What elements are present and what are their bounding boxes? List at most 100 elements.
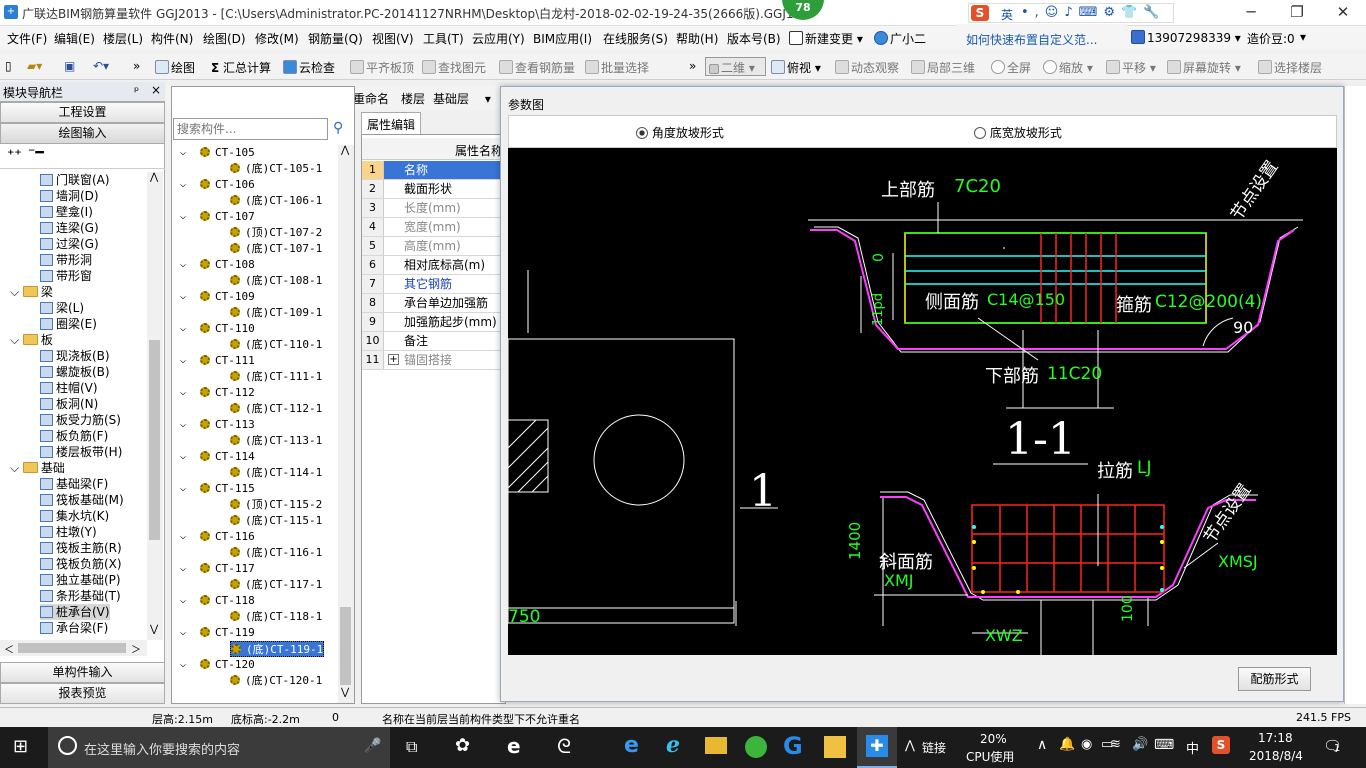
menu-version[interactable]: 版本号(B) [727, 30, 781, 47]
menu-draw[interactable]: 绘图(D) [203, 30, 246, 47]
component-group[interactable]: ⌵ CT-117 [180, 561, 255, 577]
expand-caret-icon[interactable]: ⌵ [180, 593, 186, 609]
expand-caret-icon[interactable]: ⌵ [180, 209, 186, 225]
menu-view[interactable]: 视图(V) [372, 30, 414, 47]
nav-hscroll[interactable]: ＜ ＞ [0, 640, 147, 656]
microphone-icon[interactable]: 🎤 [364, 738, 381, 754]
menu-modify[interactable]: 修改(M) [255, 30, 299, 47]
expand-caret-icon[interactable]: ⌵ [180, 177, 186, 193]
scroll-up-icon[interactable]: ⋀ [150, 172, 158, 183]
component-item[interactable]: (底)CT-111-1 [230, 369, 322, 385]
toolbar-overflow2-icon[interactable]: » [689, 59, 696, 73]
component-search-input[interactable] [173, 118, 328, 140]
nav-tree-item[interactable]: 柱墩(Y) [40, 524, 97, 540]
component-item[interactable]: (底)CT-107-1 [230, 241, 322, 257]
tray-up-icon[interactable]: ∧ [1037, 737, 1047, 753]
component-item[interactable]: (底)CT-118-1 [230, 609, 322, 625]
component-item[interactable]: (底)CT-108-1 [230, 273, 322, 289]
link-label[interactable]: 链接 [922, 739, 946, 756]
nav-close-icon[interactable]: × [151, 83, 161, 97]
expand-caret-icon[interactable]: ⌵ [180, 385, 186, 401]
edge-pinned-icon[interactable]: e [624, 733, 639, 758]
minimize-button[interactable]: ─ [1228, 0, 1274, 26]
expand-caret-icon[interactable]: ⌵ [10, 461, 23, 475]
notes-app-icon[interactable] [824, 736, 846, 758]
component-item[interactable]: (顶)CT-107-2 [230, 225, 322, 241]
spiral-app-icon[interactable]: ᘓ [557, 734, 571, 758]
property-row[interactable]: 5 高度(mm) [362, 237, 507, 256]
bell-icon[interactable]: 🔔 [1059, 737, 1075, 752]
menu-cloud[interactable]: 云应用(Y) [472, 30, 525, 47]
toolbar-overflow-icon[interactable]: » [133, 59, 140, 73]
file-explorer-icon[interactable] [705, 737, 727, 754]
nav-tree-item[interactable]: 墙洞(D) [40, 188, 99, 204]
expand-caret-icon[interactable]: ⌵ [180, 449, 186, 465]
property-row[interactable]: 7 其它钢筋 [362, 275, 507, 294]
batch-select-button[interactable]: 批量选择 [585, 59, 649, 76]
rebar-form-button[interactable]: 配筋形式 [1238, 667, 1311, 691]
menu-help[interactable]: 帮助(H) [676, 30, 718, 47]
nav-tree-item[interactable]: 螺旋板(B) [40, 364, 110, 380]
dyn-view-button[interactable]: 动态观察 [835, 59, 899, 76]
menu-tools[interactable]: 工具(T) [423, 30, 464, 47]
scroll-thumb[interactable] [149, 340, 160, 540]
component-group[interactable]: ⌵ CT-118 [180, 593, 255, 609]
cost-bean-label[interactable]: 造价豆:0 [1247, 30, 1295, 47]
component-group[interactable]: ⌵ CT-107 [180, 209, 255, 225]
nav-tree-item[interactable]: 壁龛(I) [40, 204, 93, 220]
close-button[interactable]: ✕ [1320, 0, 1366, 26]
component-item[interactable]: (底)CT-114-1 [230, 465, 322, 481]
component-group[interactable]: ⌵ CT-105 [180, 145, 255, 161]
component-group[interactable]: ⌵ CT-115 [180, 481, 255, 497]
menu-component[interactable]: 构件(N) [151, 30, 193, 47]
expand-caret-icon[interactable]: ⌵ [180, 353, 186, 369]
scroll-thumb[interactable] [340, 607, 351, 685]
component-item[interactable]: (底)CT-119-1 [230, 641, 325, 657]
nav-tree-item[interactable]: 现浇板(B) [40, 348, 110, 364]
ime-tools-icon[interactable]: •,☺♪⌨⚙👕🔧 [1021, 5, 1165, 20]
scroll-down-icon[interactable]: ⋁ [341, 687, 349, 698]
component-group[interactable]: ⌵ CT-109 [180, 289, 255, 305]
sogou-ime-bar[interactable]: S 英 •,☺♪⌨⚙👕🔧 [968, 3, 1174, 23]
g-app-icon[interactable]: G [783, 732, 803, 760]
menu-floor[interactable]: 楼层(L) [103, 30, 143, 47]
undo-icon[interactable]: ↶▾ [93, 59, 109, 73]
cloud-check-button[interactable]: 云检查 [283, 59, 335, 76]
menu-file[interactable]: 文件(F) [7, 30, 47, 47]
component-group[interactable]: ⌵ CT-106 [180, 177, 255, 193]
nav-tree-item[interactable]: 连梁(G) [40, 220, 99, 236]
expand-caret-icon[interactable]: ⌵ [180, 529, 186, 545]
nav-tree-item[interactable]: 板受力筋(S) [40, 412, 121, 428]
report-preview-button[interactable]: 报表预览 [0, 683, 165, 704]
nav-tree-item[interactable]: 带形窗 [40, 268, 92, 284]
component-item[interactable]: (底)CT-116-1 [230, 545, 322, 561]
component-item[interactable]: (底)CT-106-1 [230, 193, 322, 209]
nav-tree-item[interactable]: 筏板基础(M) [40, 492, 124, 508]
restore-button[interactable]: ❐ [1274, 0, 1320, 26]
pin-icon[interactable]: ᵖ [134, 84, 139, 98]
property-row[interactable]: 11 + 锚固搭接 [362, 351, 507, 370]
component-item[interactable]: (底)CT-113-1 [230, 433, 322, 449]
property-row[interactable]: 1 名称 [362, 161, 507, 180]
view-rebar-button[interactable]: 查看钢筋量 [499, 59, 575, 76]
component-group[interactable]: ⌵ CT-112 [180, 385, 255, 401]
local-3d-button[interactable]: 局部三维 [911, 59, 975, 76]
search-icon[interactable]: ⚲ [333, 120, 343, 136]
component-item[interactable]: (底)CT-120-1 [230, 673, 322, 689]
property-row[interactable]: 4 宽度(mm) [362, 218, 507, 237]
radio-width-slope[interactable]: 底宽放坡形式 [974, 124, 1062, 141]
draw-button[interactable]: 绘图 [155, 59, 195, 76]
expand-plus-icon[interactable]: + [388, 354, 399, 365]
menu-edit[interactable]: 编辑(E) [54, 30, 95, 47]
component-item[interactable]: (底)CT-109-1 [230, 305, 322, 321]
task-view-icon[interactable]: ⧉ [406, 737, 417, 757]
expand-caret-icon[interactable]: ⌵ [180, 657, 186, 673]
expand-all-icon[interactable]: ⁺⁺ [7, 147, 22, 163]
expand-caret-icon[interactable]: ⌵ [180, 625, 186, 641]
menu-rebar-qty[interactable]: 钢筋量(Q) [308, 30, 363, 47]
scroll-right-icon[interactable]: ＞ [131, 641, 141, 656]
menu-overflow-icon[interactable]: ▾ [1300, 30, 1306, 44]
sum-button[interactable]: Σ 汇总计算 [211, 59, 271, 76]
start-button[interactable]: ⊞ [13, 736, 28, 757]
open-folder-icon[interactable]: ▰▾ [27, 59, 42, 73]
